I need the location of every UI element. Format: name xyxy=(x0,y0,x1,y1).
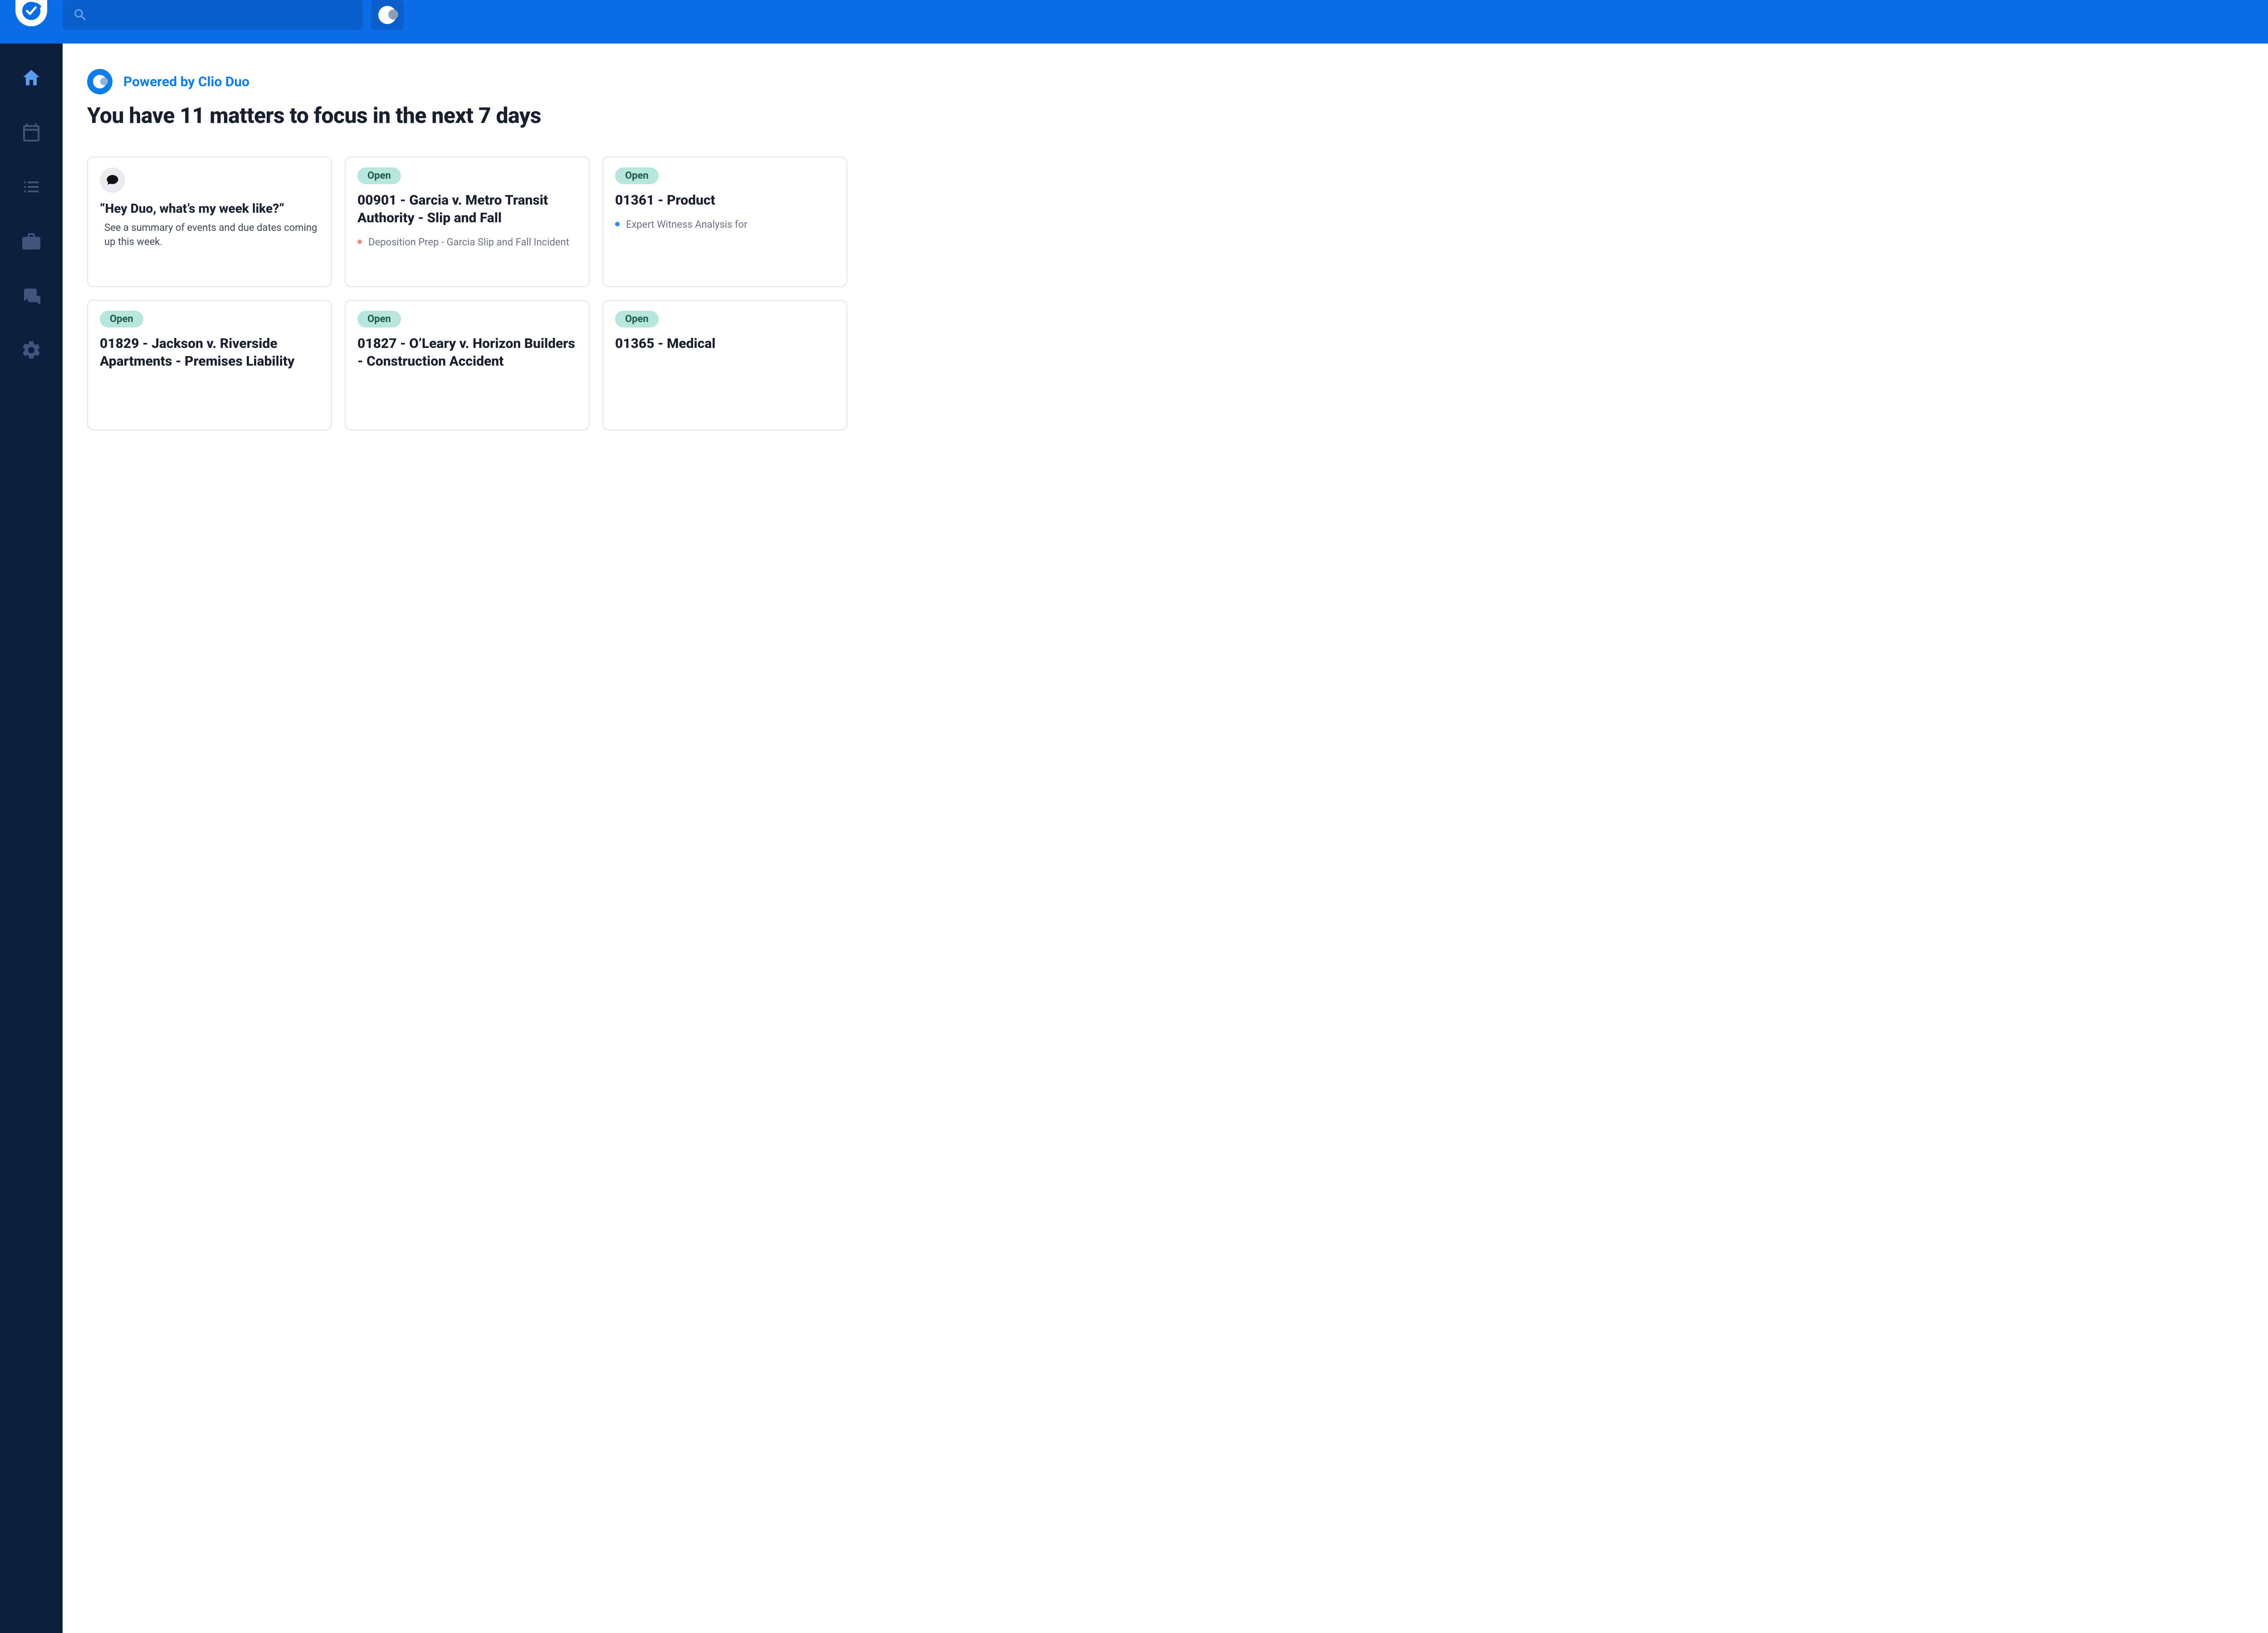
list-icon xyxy=(20,176,42,198)
matter-card-grid: “Hey Duo, what’s my week like?” See a su… xyxy=(87,156,2268,430)
checkmark-shield-icon xyxy=(21,0,42,21)
task-dot-icon xyxy=(615,222,620,226)
status-badge: Open xyxy=(100,311,143,328)
sidebar-item-home[interactable] xyxy=(19,65,44,91)
calendar-icon xyxy=(20,122,42,143)
matter-title: 01827 - O’Leary v. Horizon Builders - Co… xyxy=(357,335,577,370)
status-badge: Open xyxy=(615,311,659,328)
task-dot-icon xyxy=(357,240,362,244)
matter-card[interactable]: Open 01827 - O’Leary v. Horizon Builders… xyxy=(345,300,590,430)
powered-by-label: Powered by Clio Duo xyxy=(123,74,249,90)
chat-icon xyxy=(20,285,42,307)
sidebar-item-settings[interactable] xyxy=(19,337,44,363)
briefcase-icon xyxy=(20,230,42,252)
matter-task-label: Expert Witness Analysis for xyxy=(626,218,748,232)
main-content: Powered by Clio Duo You have 11 matters … xyxy=(63,44,2268,1633)
status-badge: Open xyxy=(357,311,401,328)
status-badge: Open xyxy=(615,167,659,184)
sidebar-item-calendar[interactable] xyxy=(19,120,44,145)
matter-title: 01365 - Medical xyxy=(615,335,835,352)
sidebar-nav xyxy=(0,44,63,1633)
duo-icon xyxy=(378,6,396,24)
duo-badge-icon xyxy=(87,69,112,94)
sidebar-item-tasks[interactable] xyxy=(19,174,44,200)
logo-container xyxy=(0,0,63,26)
matter-card[interactable]: Open 01829 - Jackson v. Riverside Apartm… xyxy=(87,300,332,430)
powered-by-row: Powered by Clio Duo xyxy=(87,69,2268,94)
sidebar-item-matters[interactable] xyxy=(19,229,44,254)
duo-assistant-button[interactable] xyxy=(371,0,404,30)
matter-task-row: Expert Witness Analysis for xyxy=(615,218,835,232)
clio-logo[interactable] xyxy=(15,0,47,26)
page-title: You have 11 matters to focus in the next… xyxy=(87,103,2268,128)
prompt-card-subtitle: See a summary of events and due dates co… xyxy=(100,221,319,249)
matter-title: 01829 - Jackson v. Riverside Apartments … xyxy=(100,335,319,370)
chat-bubble-icon xyxy=(100,167,125,193)
app-body: Powered by Clio Duo You have 11 matters … xyxy=(0,44,2268,1633)
matter-task-row: Deposition Prep - Garcia Slip and Fall I… xyxy=(357,236,577,249)
gear-icon xyxy=(20,339,42,361)
prompt-card-title: “Hey Duo, what’s my week like?” xyxy=(100,201,319,216)
sidebar-item-communications[interactable] xyxy=(19,283,44,308)
matter-task-label: Deposition Prep - Garcia Slip and Fall I… xyxy=(368,236,569,249)
global-search-input[interactable] xyxy=(63,0,363,30)
duo-prompt-card[interactable]: “Hey Duo, what’s my week like?” See a su… xyxy=(87,156,332,287)
matter-title: 00901 - Garcia v. Metro Transit Authorit… xyxy=(357,191,577,227)
matter-card[interactable]: Open 01365 - Medical xyxy=(602,300,847,430)
home-icon xyxy=(20,67,42,89)
matter-title: 01361 - Product xyxy=(615,191,835,209)
matter-card[interactable]: Open 01361 - Product Expert Witness Anal… xyxy=(602,156,847,287)
app-header xyxy=(0,0,2268,44)
search-icon xyxy=(73,7,88,23)
status-badge: Open xyxy=(357,167,401,184)
matter-card[interactable]: Open 00901 - Garcia v. Metro Transit Aut… xyxy=(345,156,590,287)
